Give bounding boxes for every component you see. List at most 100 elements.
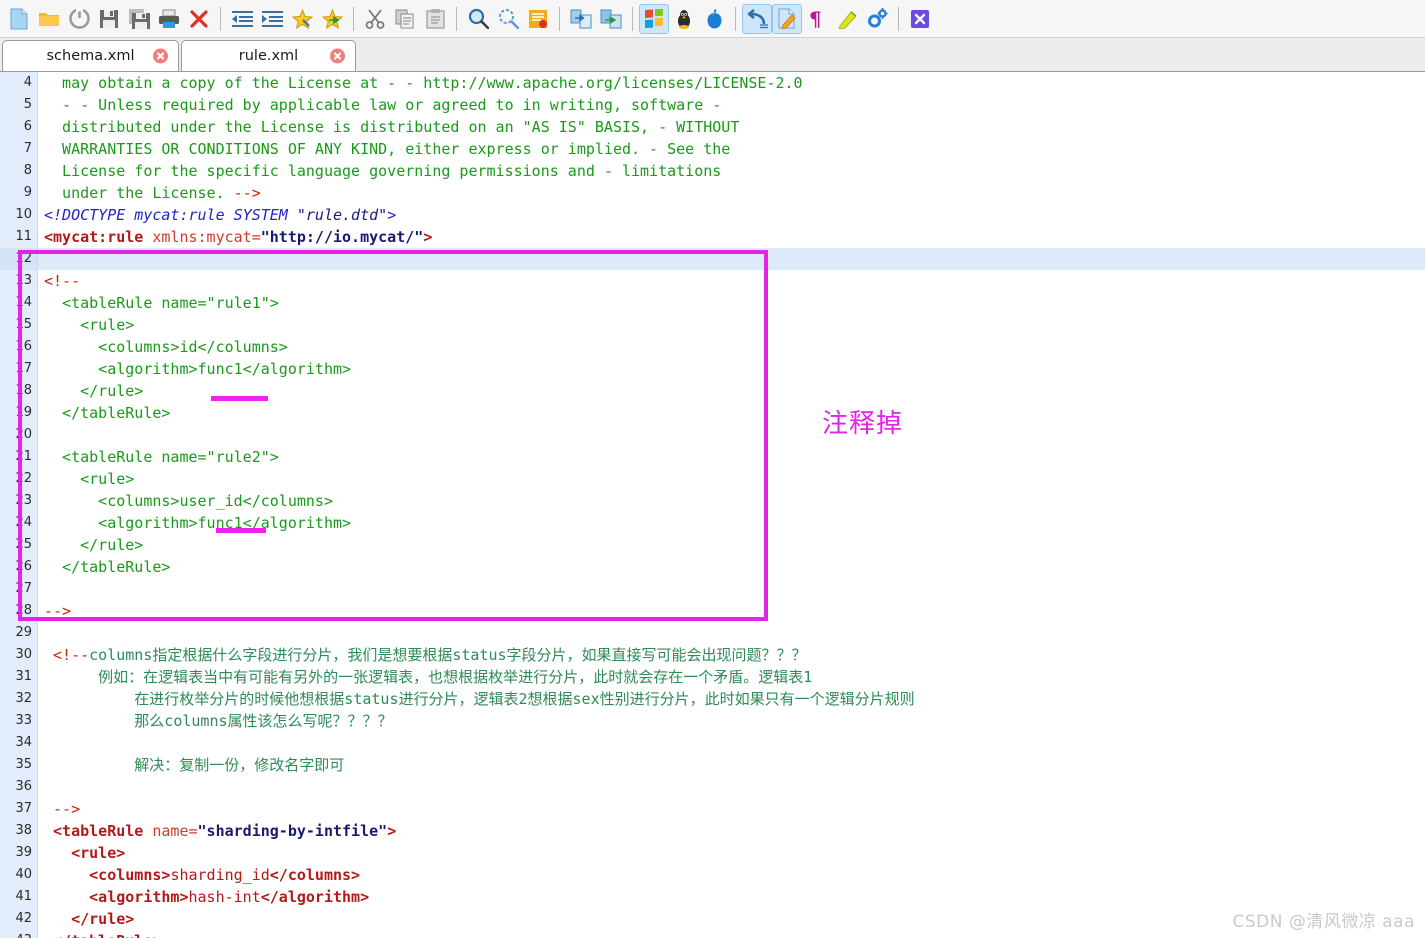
code-line[interactable]: 43 </tableRule> xyxy=(0,930,1425,938)
tab-bar: schema.xml rule.xml xyxy=(0,38,1425,72)
line-number: 20 xyxy=(0,424,38,446)
code-token: <!DOCTYPE mycat:rule SYSTEM xyxy=(44,206,297,224)
code-line[interactable]: 6 distributed under the License is distr… xyxy=(0,116,1425,138)
indent-icon[interactable] xyxy=(257,4,287,34)
code-line[interactable]: 37 --> xyxy=(0,798,1425,820)
highlighter-icon[interactable] xyxy=(832,4,862,34)
code-token: 在进行枚举分片的时候他想根据status进行分片，逻辑表2想根据sex性别进行分… xyxy=(44,690,915,708)
save-icon[interactable] xyxy=(94,4,124,34)
code-line[interactable]: 10 <!DOCTYPE mycat:rule SYSTEM "rule.dtd"… xyxy=(0,204,1425,226)
pilcrow-icon[interactable]: ¶ xyxy=(802,4,832,34)
toolbar-separator xyxy=(735,6,736,31)
code-line[interactable]: 21 <tableRule name="rule2"> xyxy=(0,446,1425,468)
cut-icon[interactable] xyxy=(360,4,390,34)
exit-icon[interactable] xyxy=(905,4,935,34)
tab-close-icon[interactable] xyxy=(330,48,345,64)
file-transfer-in-icon[interactable] xyxy=(566,4,596,34)
code-text: <!-- xyxy=(38,270,80,292)
code-token: 解决：复制一份，修改名字即可 xyxy=(44,756,345,774)
code-line[interactable]: 36 xyxy=(0,776,1425,798)
code-content[interactable]: 4 may obtain a copy of the License at - … xyxy=(0,72,1425,938)
code-line[interactable]: 35 解决：复制一份，修改名字即可 xyxy=(0,754,1425,776)
tab-close-icon[interactable] xyxy=(153,48,168,64)
undo-icon[interactable] xyxy=(742,3,772,34)
code-text: <columns>user_id</columns> xyxy=(38,490,333,512)
code-line[interactable]: 33 那么columns属性该怎么写呢？？？？ xyxy=(0,710,1425,732)
code-line[interactable]: 11 <mycat:rule xmlns:mycat="http://io.myc… xyxy=(0,226,1425,248)
code-line[interactable]: 23 <columns>user_id</columns> xyxy=(0,490,1425,512)
code-line[interactable]: 4 may obtain a copy of the License at - … xyxy=(0,72,1425,94)
code-line[interactable]: 8 License for the specific language gove… xyxy=(0,160,1425,182)
code-text: WARRANTIES OR CONDITIONS OF ANY KIND, ei… xyxy=(38,138,730,160)
code-line[interactable]: 7 WARRANTIES OR CONDITIONS OF ANY KIND, … xyxy=(0,138,1425,160)
code-line[interactable]: 42 </rule> xyxy=(0,908,1425,930)
svg-text:¶: ¶ xyxy=(809,9,822,29)
code-token: </tableRule> xyxy=(44,932,161,938)
code-line[interactable]: 26 </tableRule> xyxy=(0,556,1425,578)
code-line[interactable]: 41 <algorithm>hash-int</algorithm> xyxy=(0,886,1425,908)
line-number: 30 xyxy=(0,644,38,666)
code-line[interactable]: 14 <tableRule name="rule1"> xyxy=(0,292,1425,314)
new-file-icon[interactable] xyxy=(4,4,34,34)
code-line[interactable]: 34 xyxy=(0,732,1425,754)
code-token: <columns>id</columns> xyxy=(44,338,288,356)
code-line[interactable]: 32 在进行枚举分片的时候他想根据status进行分片，逻辑表2想根据sex性别… xyxy=(0,688,1425,710)
edit-file-icon[interactable] xyxy=(772,3,802,34)
save-all-icon[interactable] xyxy=(124,4,154,34)
mac-format-icon[interactable] xyxy=(699,4,729,34)
print-icon[interactable] xyxy=(154,4,184,34)
code-line[interactable]: 40 <columns>sharding_id</columns> xyxy=(0,864,1425,886)
copy-icon[interactable] xyxy=(390,4,420,34)
annotation-underline-1 xyxy=(211,396,268,401)
code-token: > xyxy=(387,822,397,840)
settings-gear-icon[interactable] xyxy=(862,4,892,34)
code-line[interactable]: 24 <algorithm>func1</algorithm> xyxy=(0,512,1425,534)
code-line[interactable]: 9 under the License. --> xyxy=(0,182,1425,204)
find-in-files-icon[interactable] xyxy=(523,4,553,34)
find-icon[interactable] xyxy=(463,4,493,34)
replace-icon[interactable] xyxy=(493,4,523,34)
code-line[interactable]: 25 </rule> xyxy=(0,534,1425,556)
file-transfer-out-icon[interactable] xyxy=(596,4,626,34)
code-line[interactable]: 5 - - Unless required by applicable law … xyxy=(0,94,1425,116)
code-line[interactable]: 13 <!-- xyxy=(0,270,1425,292)
windows-format-icon[interactable] xyxy=(639,3,669,34)
code-line[interactable]: 38 <tableRule name="sharding-by-intfile"… xyxy=(0,820,1425,842)
code-text: <rule> xyxy=(38,314,134,336)
code-line[interactable]: 16 <columns>id</columns> xyxy=(0,336,1425,358)
code-line[interactable]: 30 <!--columns指定根据什么字段进行分片，我们是想要根据status… xyxy=(0,644,1425,666)
code-line[interactable]: 12 xyxy=(0,248,1425,270)
code-text: <tableRule name="rule2"> xyxy=(38,446,279,468)
code-line[interactable]: 19 </tableRule> xyxy=(0,402,1425,424)
tab-schema-xml[interactable]: schema.xml xyxy=(2,40,179,71)
outdent-icon[interactable] xyxy=(227,4,257,34)
open-folder-icon[interactable] xyxy=(34,4,64,34)
code-line[interactable]: 29 xyxy=(0,622,1425,644)
code-line[interactable]: 17 <algorithm>func1</algorithm> xyxy=(0,358,1425,380)
reload-icon[interactable] xyxy=(64,4,94,34)
paste-icon[interactable] xyxy=(420,4,450,34)
line-number: 43 xyxy=(0,930,38,938)
code-token: > xyxy=(387,206,397,224)
bookmark-toggle-icon[interactable] xyxy=(287,4,317,34)
bookmark-next-icon[interactable] xyxy=(317,4,347,34)
code-line[interactable]: 20 xyxy=(0,424,1425,446)
code-text: - - Unless required by applicable law or… xyxy=(38,94,721,116)
code-token: License for the specific language govern… xyxy=(44,162,722,180)
watermark: CSDN @清风微凉 aaa xyxy=(1232,912,1415,932)
code-line[interactable]: 28 --> xyxy=(0,600,1425,622)
code-token: sharding_id xyxy=(170,866,270,884)
annotation-label: 注释掉 xyxy=(822,409,904,439)
code-line[interactable]: 15 <rule> xyxy=(0,314,1425,336)
close-icon[interactable] xyxy=(184,4,214,34)
code-line[interactable]: 39 <rule> xyxy=(0,842,1425,864)
tab-rule-xml[interactable]: rule.xml xyxy=(181,40,356,71)
code-line[interactable]: 22 <rule> xyxy=(0,468,1425,490)
linux-format-icon[interactable] xyxy=(669,4,699,34)
code-editor[interactable]: 4 may obtain a copy of the License at - … xyxy=(0,72,1425,938)
code-line[interactable]: 27 xyxy=(0,578,1425,600)
code-line[interactable]: 31 例如：在逻辑表当中有可能有另外的一张逻辑表，也想根据枚举进行分片，此时就会… xyxy=(0,666,1425,688)
line-number: 9 xyxy=(0,182,38,204)
line-number: 10 xyxy=(0,204,38,226)
